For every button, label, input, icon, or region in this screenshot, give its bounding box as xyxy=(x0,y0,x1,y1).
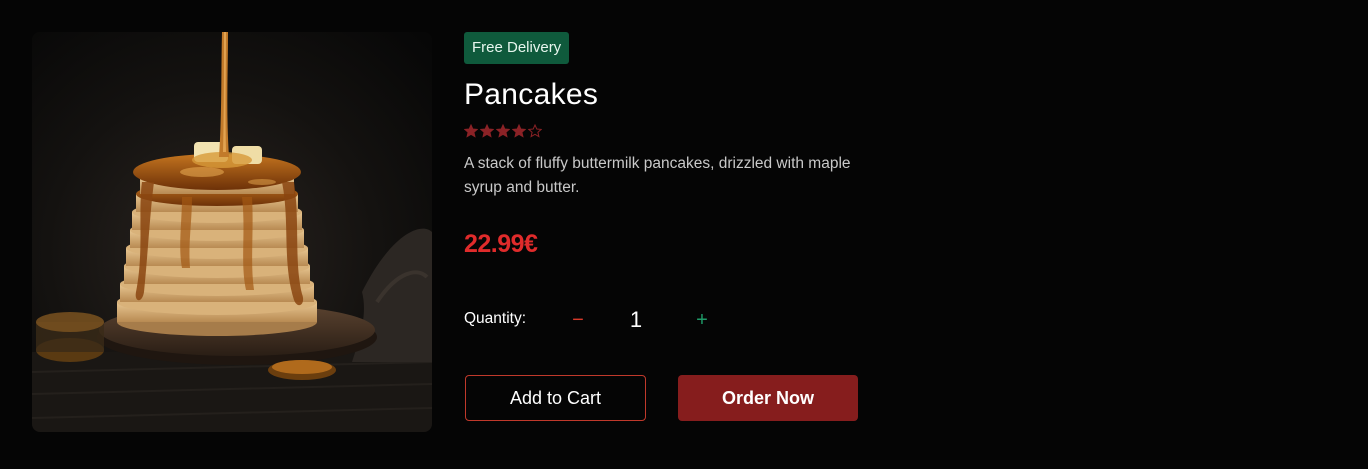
plus-icon: + xyxy=(696,309,708,331)
minus-icon: − xyxy=(572,309,584,331)
star-filled-icon xyxy=(464,124,478,138)
product-info: Free Delivery Pancakes A stack of fluffy… xyxy=(464,32,884,432)
star-filled-icon xyxy=(512,124,526,138)
star-empty-icon xyxy=(528,124,542,138)
free-delivery-badge: Free Delivery xyxy=(464,32,570,64)
add-to-cart-button[interactable]: Add to Cart xyxy=(465,375,646,421)
quantity-label: Quantity: xyxy=(464,310,527,327)
pancakes-illustration xyxy=(32,32,432,432)
star-rating xyxy=(464,124,542,140)
quantity-input[interactable] xyxy=(606,304,666,336)
star-filled-icon xyxy=(480,124,494,138)
product-price: 22.99€ xyxy=(464,230,538,258)
order-now-button[interactable]: Order Now xyxy=(678,375,858,421)
increase-quantity-button[interactable]: + xyxy=(688,306,716,334)
product-description: A stack of fluffy buttermilk pancakes, d… xyxy=(464,155,851,196)
product-title: Pancakes xyxy=(464,78,599,111)
decrease-quantity-button[interactable]: − xyxy=(564,306,592,334)
star-filled-icon xyxy=(496,124,510,138)
product-card: Free Delivery Pancakes A stack of fluffy… xyxy=(32,32,872,432)
product-image xyxy=(32,32,432,432)
